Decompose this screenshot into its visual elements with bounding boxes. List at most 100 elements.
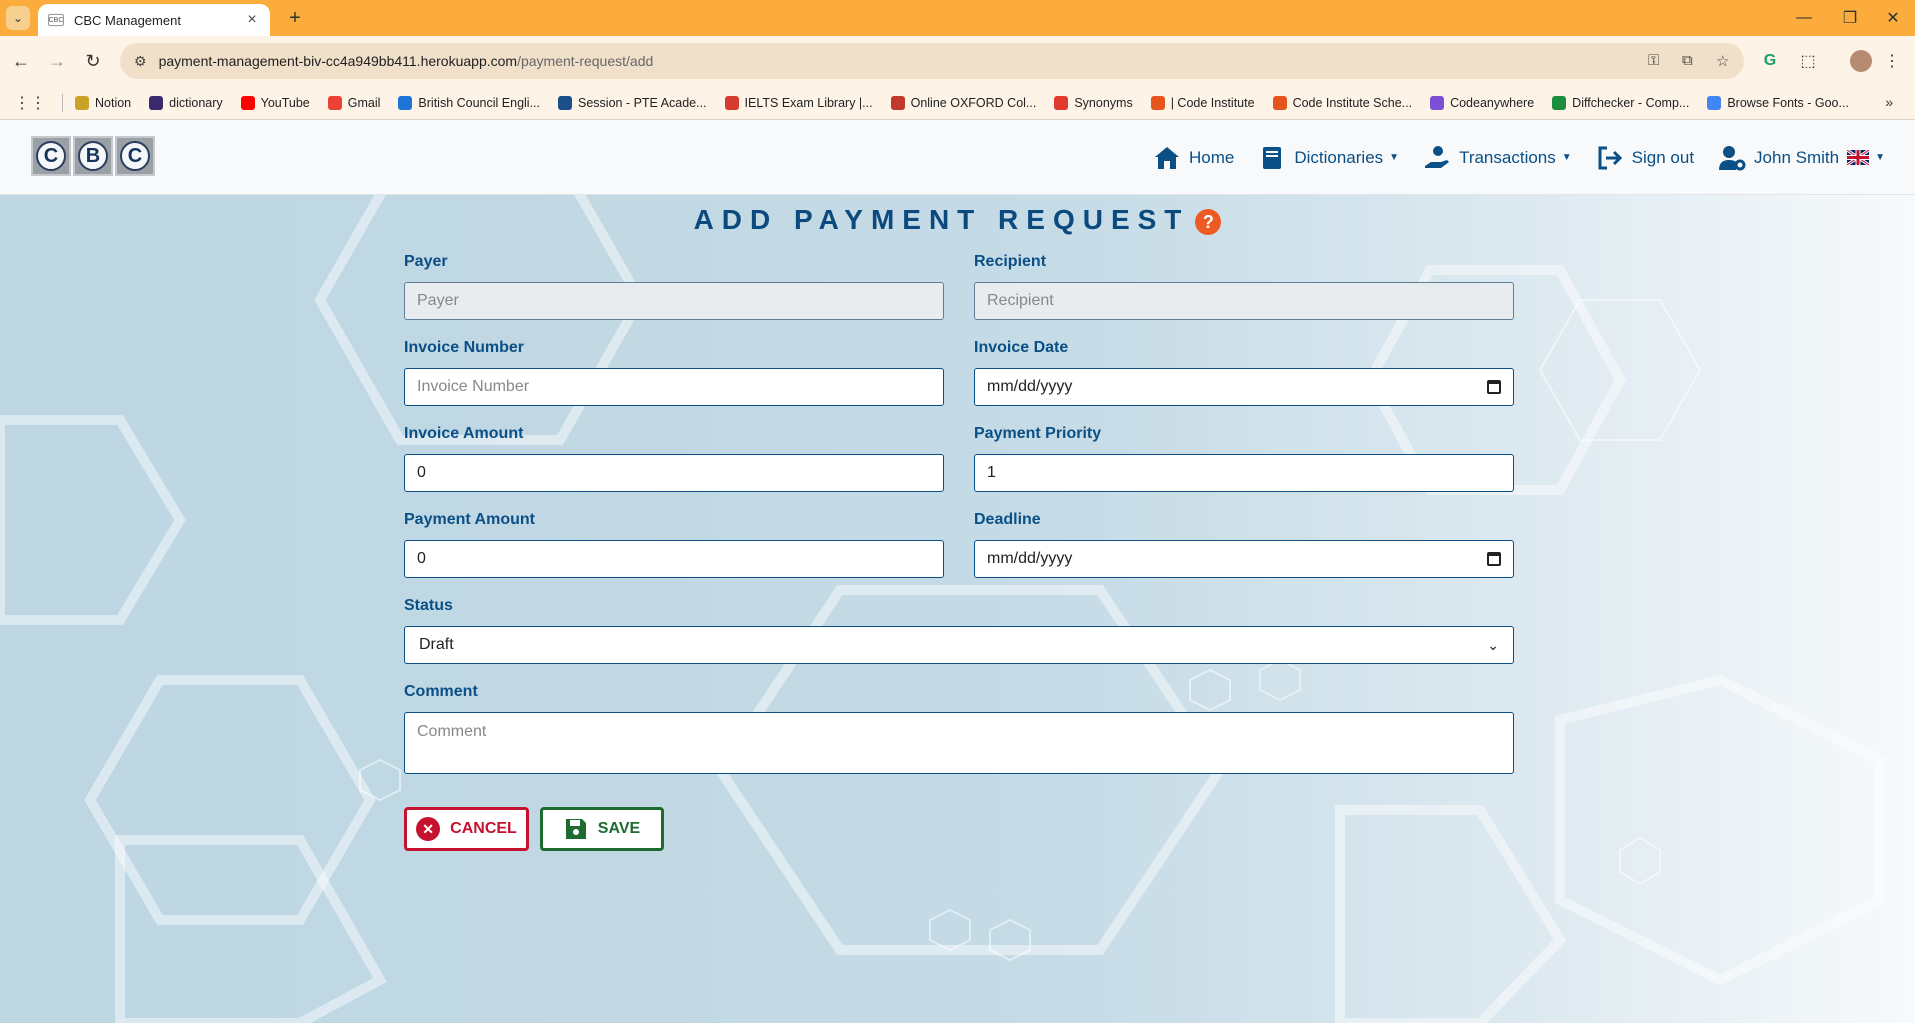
bookmark-label: Diffchecker - Comp... bbox=[1572, 95, 1690, 110]
bookmark-item[interactable]: Synonyms bbox=[1054, 95, 1133, 110]
calendar-icon[interactable] bbox=[1487, 552, 1501, 566]
bookmark-label: Browse Fonts - Goo... bbox=[1727, 95, 1849, 110]
deadline-value: mm/dd/yyyy bbox=[987, 550, 1073, 567]
bookmark-item[interactable]: Diffchecker - Comp... bbox=[1552, 95, 1690, 110]
bookmark-item[interactable]: British Council Engli... bbox=[398, 95, 540, 110]
payment-amount-label: Payment Amount bbox=[404, 511, 535, 528]
bookmark-item[interactable]: | Code Institute bbox=[1150, 95, 1255, 110]
bookmark-label: Notion bbox=[95, 95, 132, 110]
bookmark-item[interactable]: Code Institute Sche... bbox=[1272, 95, 1412, 110]
recipient-label: Recipient bbox=[974, 253, 1047, 270]
hand-money-icon bbox=[1425, 145, 1450, 168]
invoice-date-input[interactable]: mm/dd/yyyy bbox=[974, 368, 1514, 406]
page-title: ADD PAYMENT REQUEST? bbox=[0, 204, 1915, 236]
nav-sign-out[interactable]: Sign out bbox=[1596, 144, 1694, 172]
payment-amount-input[interactable] bbox=[404, 540, 944, 578]
cancel-button-label: CANCEL bbox=[450, 820, 517, 837]
bookmark-label: Gmail bbox=[347, 95, 381, 110]
logo-letter: B bbox=[78, 141, 108, 171]
bookmark-favicon-icon bbox=[724, 95, 739, 110]
apps-grid-icon[interactable]: ⋮⋮ bbox=[14, 93, 46, 113]
invoice-amount-input[interactable] bbox=[404, 454, 944, 492]
caret-down-icon: ▼ bbox=[1875, 152, 1885, 163]
uk-flag-icon bbox=[1847, 150, 1870, 165]
comment-label: Comment bbox=[404, 683, 478, 700]
back-icon[interactable]: ← bbox=[6, 46, 36, 76]
save-button[interactable]: SAVE bbox=[540, 807, 664, 851]
cancel-button[interactable]: ✕ CANCEL bbox=[404, 807, 529, 851]
bookmark-item[interactable]: Gmail bbox=[327, 95, 381, 110]
reload-icon[interactable]: ↻ bbox=[78, 46, 108, 76]
nav-transactions-label: Transactions bbox=[1459, 147, 1556, 167]
profile-avatar[interactable] bbox=[1850, 50, 1872, 72]
install-app-icon[interactable]: ⧉ bbox=[1682, 52, 1693, 69]
browser-toolbar: ← → ↻ ⚙ payment-management-biv-cc4a949bb… bbox=[0, 36, 1915, 86]
bookmark-star-icon[interactable]: ☆ bbox=[1716, 52, 1729, 70]
tab-search-icon[interactable]: ⌄ bbox=[6, 6, 30, 30]
nav-user-menu[interactable]: John Smith ▼ bbox=[1718, 144, 1885, 172]
bookmark-favicon-icon bbox=[1272, 95, 1287, 110]
browser-menu-icon[interactable]: ⋮ bbox=[1880, 49, 1904, 73]
browser-tab[interactable]: CBC CBC Management × bbox=[38, 4, 270, 36]
bookmark-favicon-icon bbox=[1430, 95, 1445, 110]
invoice-amount-label: Invoice Amount bbox=[404, 425, 524, 442]
help-icon[interactable]: ? bbox=[1195, 208, 1222, 235]
bookmark-favicon-icon bbox=[75, 95, 89, 110]
more-bookmarks-icon[interactable]: » bbox=[1885, 94, 1893, 110]
invoice-number-input[interactable] bbox=[404, 368, 944, 406]
forward-icon[interactable]: → bbox=[42, 46, 72, 76]
bookmark-item[interactable]: YouTube bbox=[240, 95, 310, 110]
bookmark-favicon-icon bbox=[240, 95, 255, 110]
payment-priority-label: Payment Priority bbox=[974, 425, 1102, 442]
payer-input[interactable] bbox=[404, 282, 944, 320]
save-button-label: SAVE bbox=[597, 820, 641, 837]
chevron-down-icon: ⌄ bbox=[1487, 636, 1499, 653]
bookmark-item[interactable]: Session - PTE Acade... bbox=[558, 95, 707, 110]
extensions-icon[interactable]: ⬚ bbox=[1796, 49, 1820, 73]
close-window-icon[interactable]: ✕ bbox=[1873, 4, 1913, 32]
nav-dictionaries[interactable]: Dictionaries ▼ bbox=[1258, 144, 1399, 172]
cbc-logo[interactable]: C B C bbox=[31, 136, 155, 176]
close-circle-icon: ✕ bbox=[416, 817, 441, 841]
bookmark-favicon-icon bbox=[1707, 95, 1722, 110]
bookmark-item[interactable]: Online OXFORD Col... bbox=[890, 95, 1036, 110]
tab-favicon-icon: CBC bbox=[48, 14, 64, 26]
grammarly-icon[interactable]: G bbox=[1758, 49, 1782, 73]
new-tab-icon[interactable]: + bbox=[282, 5, 308, 31]
minimize-icon[interactable]: — bbox=[1784, 4, 1824, 32]
nav-user-label: John Smith bbox=[1754, 147, 1840, 167]
bookmark-favicon-icon bbox=[149, 95, 164, 110]
bookmark-label: | Code Institute bbox=[1170, 95, 1255, 110]
bookmark-favicon-icon bbox=[1054, 95, 1069, 110]
logo-tile-1: C bbox=[31, 136, 71, 176]
deadline-input[interactable]: mm/dd/yyyy bbox=[974, 540, 1514, 578]
status-selected-value: Draft bbox=[419, 636, 454, 653]
tab-close-icon[interactable]: × bbox=[244, 11, 260, 29]
page-content: C B C Home Dictionaries ▼ Transactions ▼… bbox=[0, 120, 1915, 1023]
payment-priority-input[interactable] bbox=[974, 454, 1514, 492]
bookmark-item[interactable]: Notion bbox=[75, 95, 132, 110]
bookmark-item[interactable]: IELTS Exam Library |... bbox=[724, 95, 873, 110]
nav-dictionaries-label: Dictionaries bbox=[1294, 147, 1384, 167]
bookmark-label: Session - PTE Acade... bbox=[578, 95, 707, 110]
password-key-icon[interactable]: ⚿ bbox=[1648, 52, 1659, 69]
bookmark-label: Codeanywhere bbox=[1450, 95, 1535, 110]
url-host: payment-management-biv-cc4a949bb411.hero… bbox=[158, 53, 518, 69]
restore-icon[interactable]: ❐ bbox=[1830, 4, 1870, 32]
status-select[interactable]: Draft ⌄ bbox=[404, 626, 1514, 664]
invoice-date-value: mm/dd/yyyy bbox=[987, 378, 1073, 395]
nav-transactions[interactable]: Transactions ▼ bbox=[1423, 144, 1572, 172]
nav-home[interactable]: Home bbox=[1153, 144, 1234, 172]
address-bar[interactable]: ⚙ payment-management-biv-cc4a949bb411.he… bbox=[120, 43, 1744, 79]
floppy-disk-icon bbox=[565, 819, 586, 839]
bookmark-label: British Council Engli... bbox=[418, 95, 540, 110]
site-info-icon[interactable]: ⚙ bbox=[134, 53, 147, 70]
bookmark-item[interactable]: dictionary bbox=[149, 95, 223, 110]
bookmark-item[interactable]: Codeanywhere bbox=[1430, 95, 1535, 110]
logo-letter: C bbox=[36, 141, 66, 171]
bookmark-item[interactable]: Browse Fonts - Goo... bbox=[1707, 95, 1849, 110]
status-label: Status bbox=[404, 597, 453, 614]
recipient-input[interactable] bbox=[974, 282, 1514, 320]
comment-textarea[interactable] bbox=[404, 712, 1514, 774]
calendar-icon[interactable] bbox=[1487, 380, 1501, 394]
